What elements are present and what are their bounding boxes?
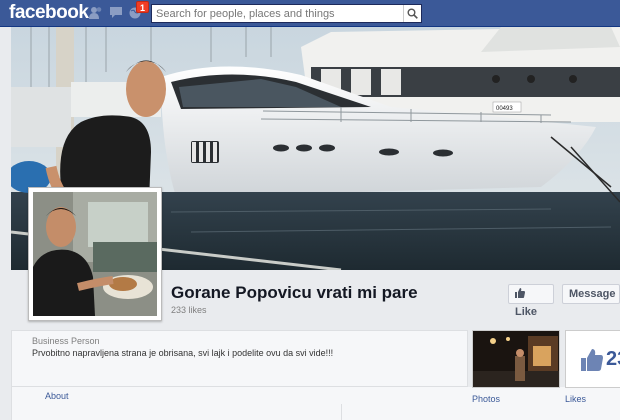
photos-thumbnail[interactable]: [472, 330, 560, 388]
likes-count[interactable]: 233 likes: [171, 305, 207, 315]
like-button-label: Like: [515, 306, 538, 318]
facebook-logo[interactable]: facebook: [9, 2, 89, 24]
likes-big-number: 23: [606, 348, 620, 370]
tab-divider: [341, 404, 342, 420]
tabs-strip: [11, 387, 620, 420]
tab-likes[interactable]: Likes: [565, 394, 586, 404]
thumbs-up-icon: [581, 349, 603, 371]
tab-photos[interactable]: Photos: [472, 394, 500, 404]
message-button[interactable]: Message: [562, 284, 620, 304]
search-input[interactable]: [152, 5, 402, 22]
page-title: Gorane Popovicu vrati mi pare: [171, 283, 418, 302]
notification-badge: 1: [136, 1, 149, 13]
search-icon: [407, 8, 418, 19]
friend-requests-icon[interactable]: [89, 6, 103, 19]
page-category: Business Person: [32, 336, 100, 346]
search-box: [151, 4, 422, 23]
page-description: Prvobitno napravljena strana je obrisana…: [32, 348, 334, 358]
like-button[interactable]: Like: [508, 284, 554, 318]
about-summary: Business Person Prvobitno napravljena st…: [11, 330, 468, 387]
boat-registration-label: 00493: [496, 106, 513, 112]
profile-picture[interactable]: [28, 187, 162, 321]
messages-icon[interactable]: [109, 6, 123, 19]
search-button[interactable]: [403, 5, 421, 22]
tab-about[interactable]: About: [45, 391, 69, 401]
top-navigation-bar: facebook 1: [0, 0, 620, 27]
thumbs-up-icon: [515, 288, 525, 298]
likes-thumbnail[interactable]: 23: [565, 330, 620, 388]
